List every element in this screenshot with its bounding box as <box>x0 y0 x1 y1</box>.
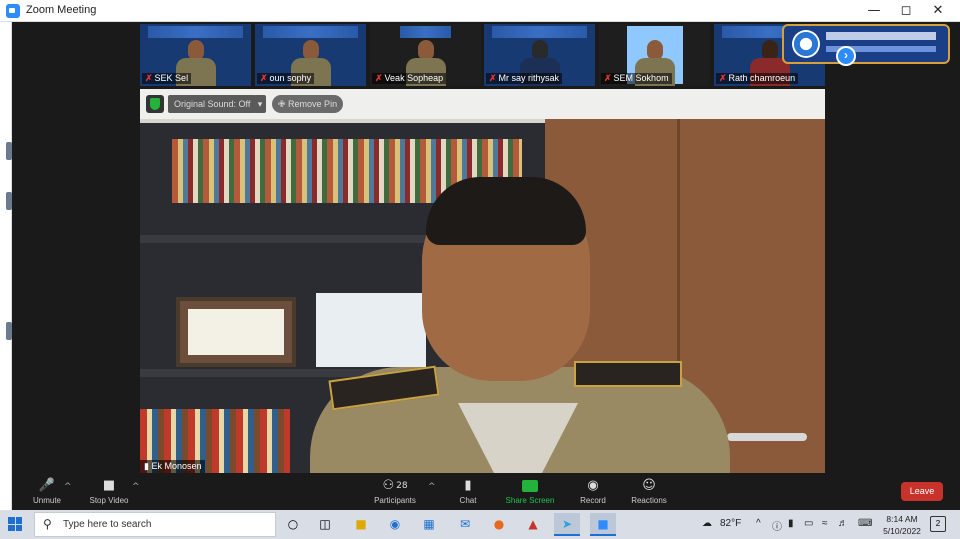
volume-icon[interactable]: ♬ <box>838 518 848 529</box>
weather-temperature[interactable]: 82°F <box>720 518 741 529</box>
edge-browser-icon[interactable]: ◉ <box>382 513 408 536</box>
zoom-app-icon <box>6 4 20 18</box>
framed-certificate <box>176 297 296 367</box>
notification-center-icon[interactable]: 2 <box>930 516 946 532</box>
seal-icon <box>792 30 820 58</box>
participant-tile[interactable]: ✗ SEK Sel <box>140 24 251 86</box>
taskbar-search-box[interactable]: ⚲ Type here to search <box>34 512 276 537</box>
chat-button[interactable]: ▮ Chat <box>433 476 503 510</box>
cortana-icon[interactable]: ○ <box>280 513 306 536</box>
participants-button[interactable]: ⚇ 28 Participants <box>360 476 430 510</box>
telegram-icon[interactable]: ➤ <box>554 513 580 536</box>
search-placeholder: Type here to search <box>63 519 152 530</box>
file-explorer-icon[interactable]: ■ <box>348 513 374 536</box>
microphone-tray-icon[interactable]: ▮ <box>788 518 794 529</box>
original-sound-button[interactable]: Original Sound: Off <box>168 95 257 113</box>
mic-muted-icon: ✗ <box>604 73 612 83</box>
mic-muted-icon: ✗ <box>719 73 727 83</box>
audio-options-caret[interactable]: ^ <box>64 482 72 492</box>
speaker-name: Ek Monosen <box>151 461 202 471</box>
participants-icon: ⚇ <box>382 478 395 493</box>
share-screen-button[interactable]: Share Screen <box>495 476 565 510</box>
clock-date: 5/10/2022 <box>883 526 921 536</box>
mic-muted-icon: ✗ <box>489 73 497 83</box>
gallery-strip: ✗ SEK Sel ✗ oun sophy ✗ Veak Sopheap ✗ Mr sa… <box>140 24 825 86</box>
share-screen-icon <box>522 480 538 492</box>
participant-tile[interactable]: ✗ SEM Sokhom <box>599 24 710 86</box>
search-icon: ⚲ <box>43 517 52 531</box>
reactions-button[interactable]: ☺ Reactions <box>614 476 684 510</box>
close-button[interactable]: ✕ <box>921 0 955 22</box>
participant-tile[interactable]: ✗ Mr say rithysak <box>484 24 595 86</box>
mic-muted-icon: ✗ <box>375 73 383 83</box>
active-speaker-video[interactable]: Original Sound: Off ▾ ✙ Remove Pin ▮ Ek … <box>140 89 825 473</box>
language-icon[interactable]: ⌨ <box>858 518 872 529</box>
background-window-edge <box>0 22 12 510</box>
participant-name: SEM Sokhom <box>613 73 669 83</box>
participant-tile[interactable]: ✗ Veak Sopheap <box>370 24 481 86</box>
meeting-toolbar: 🎤 Unmute ^ ■ Stop Video ^ ⚇ 28 Participan… <box>12 474 960 510</box>
title-bar: Zoom Meeting — ◻ ✕ <box>0 0 960 22</box>
participant-name: Rath chamroeun <box>728 73 796 83</box>
task-view-icon[interactable]: ◫ <box>312 513 338 536</box>
battery-icon[interactable]: ▭ <box>804 518 813 529</box>
weather-icon[interactable]: ☁ <box>702 518 712 529</box>
participant-tile[interactable]: ✗ oun sophy <box>255 24 366 86</box>
pin-icon: ✙ <box>278 99 289 109</box>
speaker-person <box>310 177 730 473</box>
system-clock[interactable]: 8:14 AM 5/10/2022 <box>878 513 926 537</box>
windows-taskbar: ⚲ Type here to search ○ ◫ ■ ◉ ▦ ✉ ● ▲ ➤ … <box>0 510 960 539</box>
participant-name: Mr say rithysak <box>498 73 560 83</box>
encryption-shield-icon[interactable] <box>146 95 164 113</box>
smiley-icon: ☺ <box>642 478 656 493</box>
notification-count: 2 <box>935 519 941 528</box>
maximize-button[interactable]: ◻ <box>889 0 923 22</box>
video-options-caret[interactable]: ^ <box>132 482 140 492</box>
minimize-button[interactable]: — <box>857 0 891 22</box>
mic-muted-icon: ✗ <box>145 73 153 83</box>
chat-bubble-icon: ▮ <box>464 478 472 493</box>
wifi-icon[interactable]: ≈ <box>822 518 828 529</box>
leave-button[interactable]: Leave <box>901 482 943 501</box>
tray-overflow-icon[interactable]: ^ <box>756 518 761 529</box>
remove-pin-button[interactable]: ✙ Remove Pin <box>272 95 344 113</box>
store-icon[interactable]: ▦ <box>416 513 442 536</box>
original-sound-menu-caret[interactable]: ▾ <box>254 95 266 113</box>
clock-time: 8:14 AM <box>886 514 918 524</box>
participant-name: oun sophy <box>269 73 312 83</box>
windows-start-icon[interactable] <box>8 517 22 531</box>
help-icon[interactable]: ⓘ <box>772 518 782 533</box>
participant-name: SEK Sel <box>154 73 189 83</box>
mic-muted-icon: ✗ <box>260 73 268 83</box>
zoom-meeting-window: Zoom Meeting — ◻ ✕ ✗ SEK Sel ✗ oun sophy ✗… <box>0 0 960 510</box>
mail-icon[interactable]: ✉ <box>452 513 478 536</box>
pdf-reader-icon[interactable]: ▲ <box>520 513 546 536</box>
organization-logo <box>782 24 950 64</box>
gallery-next-button[interactable]: › <box>836 46 856 66</box>
window-title: Zoom Meeting <box>26 4 97 16</box>
zoom-taskbar-icon[interactable]: ■ <box>590 513 616 536</box>
participant-name: Veak Sopheap <box>384 73 444 83</box>
participants-count: 28 <box>396 481 408 491</box>
firefox-icon[interactable]: ● <box>486 513 512 536</box>
